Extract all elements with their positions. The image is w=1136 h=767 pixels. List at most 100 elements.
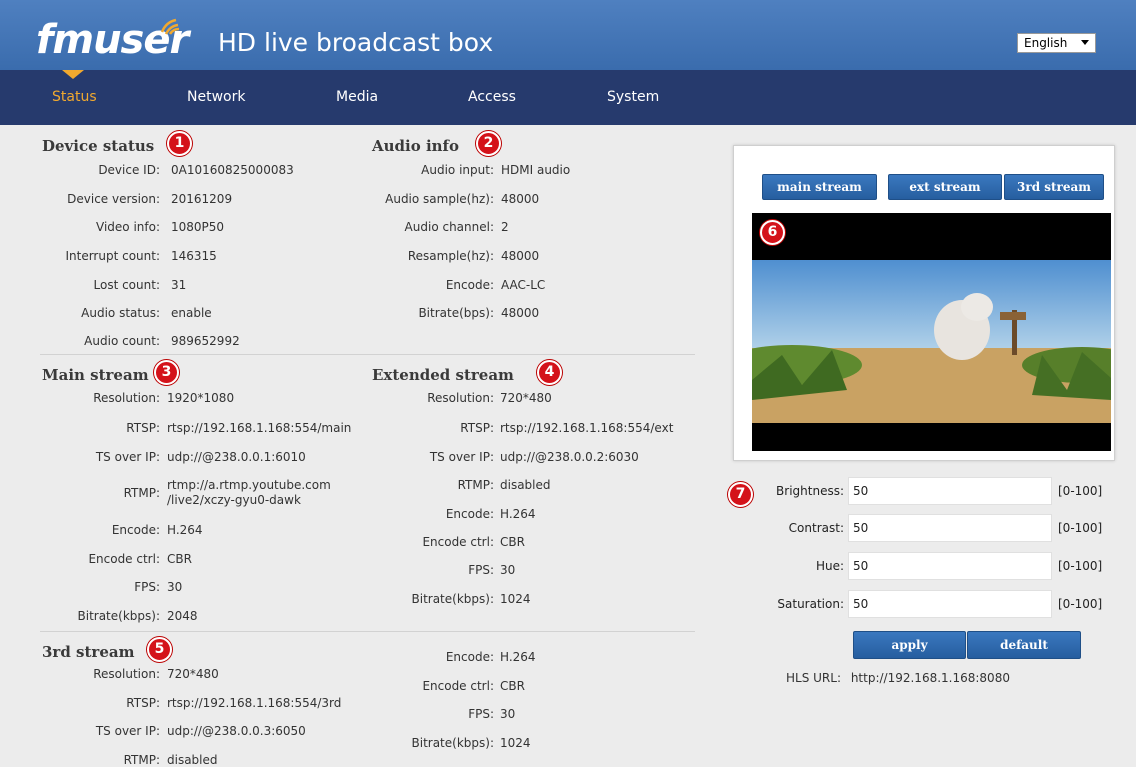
nav-tab-media[interactable]: Media <box>336 89 378 105</box>
apply-button[interactable]: apply <box>853 631 966 659</box>
badge-7: 7 <box>728 482 753 507</box>
field-value: 48000 <box>501 249 540 263</box>
field-label: Audio count: <box>84 334 160 348</box>
field-label: TS over IP: <box>95 724 160 738</box>
field-label: RTSP: <box>126 696 160 710</box>
video-frame-image <box>752 260 1111 423</box>
field-label: Interrupt count: <box>65 249 160 263</box>
field-label: Encode ctrl: <box>422 679 494 693</box>
default-button[interactable]: default <box>967 631 1081 659</box>
field-value: 2048 <box>167 609 198 623</box>
field-label: Hue: <box>815 559 844 573</box>
field-label: Encode ctrl: <box>88 552 160 566</box>
field-value: 30 <box>500 707 516 721</box>
hue-input[interactable]: 50 <box>848 552 1052 580</box>
field-label: RTMP: <box>123 753 160 767</box>
field-value: H.264 <box>500 507 536 521</box>
field-label: FPS: <box>134 580 160 594</box>
field-label: Resolution: <box>427 391 494 405</box>
field-label: TS over IP: <box>95 450 160 464</box>
hls-url-value: http://192.168.1.168:8080 <box>850 671 1010 685</box>
hue-row: Hue: 50 [0-100] <box>760 552 1110 580</box>
field-label: Encode: <box>111 523 160 537</box>
brightness-row: Brightness: 50 [0-100] <box>760 477 1110 505</box>
contrast-input[interactable]: 50 <box>848 514 1052 542</box>
field-label: RTMP: <box>123 486 160 500</box>
chevron-down-icon <box>1081 40 1089 45</box>
field-value: rtsp://192.168.1.168:554/main <box>167 421 352 435</box>
field-label: TS over IP: <box>429 450 494 464</box>
field-label: Device version: <box>67 192 160 206</box>
field-value: 30 <box>500 563 516 577</box>
active-tab-marker <box>62 70 84 79</box>
field-value: 146315 <box>171 249 217 263</box>
field-label: Encode: <box>445 650 494 664</box>
content-area: Device status 1 Device ID: 0A10160825000… <box>0 125 1136 767</box>
saturation-input[interactable]: 50 <box>848 590 1052 618</box>
nav-tab-status[interactable]: Status <box>52 89 97 105</box>
language-select[interactable]: English <box>1017 33 1096 53</box>
field-value: HDMI audio <box>501 163 571 177</box>
field-value: 1024 <box>500 736 531 750</box>
field-value: CBR <box>500 679 525 693</box>
video-preview-panel: main stream ext stream 3rd stream 6 <box>733 145 1115 461</box>
range-hint: [0-100] <box>1058 597 1103 611</box>
extended-stream-title: Extended stream <box>372 366 514 384</box>
hls-url-row: HLS URL: http://192.168.1.168:8080 <box>786 671 1010 685</box>
field-value: enable <box>171 306 212 320</box>
range-hint: [0-100] <box>1058 484 1103 498</box>
field-label: FPS: <box>468 563 494 577</box>
field-value: 31 <box>171 278 187 292</box>
contrast-row: Contrast: 50 [0-100] <box>760 514 1110 542</box>
app-header: fmuser HD live broadcast box English <box>0 0 1136 70</box>
badge-6: 6 <box>760 220 785 245</box>
field-label: Bitrate(kbps): <box>77 609 161 623</box>
main-nav: Status Network Media Access System <box>0 70 1136 125</box>
field-value: 1024 <box>500 592 531 606</box>
field-value: disabled <box>167 753 218 767</box>
ext-stream-button[interactable]: ext stream <box>888 174 1002 200</box>
main-stream-button[interactable]: main stream <box>762 174 877 200</box>
field-label: RTMP: <box>457 478 494 492</box>
field-label: Brightness: <box>776 484 844 498</box>
field-value: CBR <box>500 535 525 549</box>
nav-tab-access[interactable]: Access <box>468 89 516 105</box>
badge-4: 4 <box>537 360 562 385</box>
field-label: Audio sample(hz): <box>385 192 494 206</box>
field-value: 989652992 <box>171 334 240 348</box>
field-value: 1920*1080 <box>167 391 235 405</box>
device-status-title: Device status <box>42 137 155 155</box>
section-divider <box>40 631 695 632</box>
field-value: rtsp://192.168.1.168:554/3rd <box>167 696 342 710</box>
video-player[interactable]: 6 <box>752 213 1111 451</box>
field-value: H.264 <box>500 650 536 664</box>
badge-2: 2 <box>476 131 501 156</box>
field-value: 720*480 <box>167 667 219 681</box>
field-label: Audio status: <box>81 306 160 320</box>
saturation-row: Saturation: 50 [0-100] <box>760 590 1110 618</box>
field-value: 20161209 <box>171 192 233 206</box>
section-divider <box>40 354 695 355</box>
field-label: Resolution: <box>93 667 160 681</box>
field-value: udp://@238.0.0.1:6010 <box>167 450 306 464</box>
brightness-input[interactable]: 50 <box>848 477 1052 505</box>
field-label: Video info: <box>96 220 160 234</box>
field-value: 48000 <box>501 306 540 320</box>
signal-arcs-icon <box>160 18 180 35</box>
range-hint: [0-100] <box>1058 559 1103 573</box>
field-label: Encode: <box>445 278 494 292</box>
field-value: 2 <box>501 220 509 234</box>
field-label: Encode ctrl: <box>422 535 494 549</box>
field-label: Bitrate(kbps): <box>411 736 495 750</box>
main-stream-title: Main stream <box>42 366 149 384</box>
third-stream-button[interactable]: 3rd stream <box>1004 174 1104 200</box>
nav-tab-system[interactable]: System <box>607 89 659 105</box>
field-value: rtsp://192.168.1.168:554/ext <box>500 421 674 435</box>
field-value: 1080P50 <box>171 220 225 234</box>
field-label: Audio input: <box>421 163 494 177</box>
field-value: AAC-LC <box>501 278 546 292</box>
audio-info-title: Audio info <box>372 137 460 155</box>
field-value: H.264 <box>167 523 203 537</box>
field-value: CBR <box>167 552 192 566</box>
nav-tab-network[interactable]: Network <box>187 89 245 105</box>
